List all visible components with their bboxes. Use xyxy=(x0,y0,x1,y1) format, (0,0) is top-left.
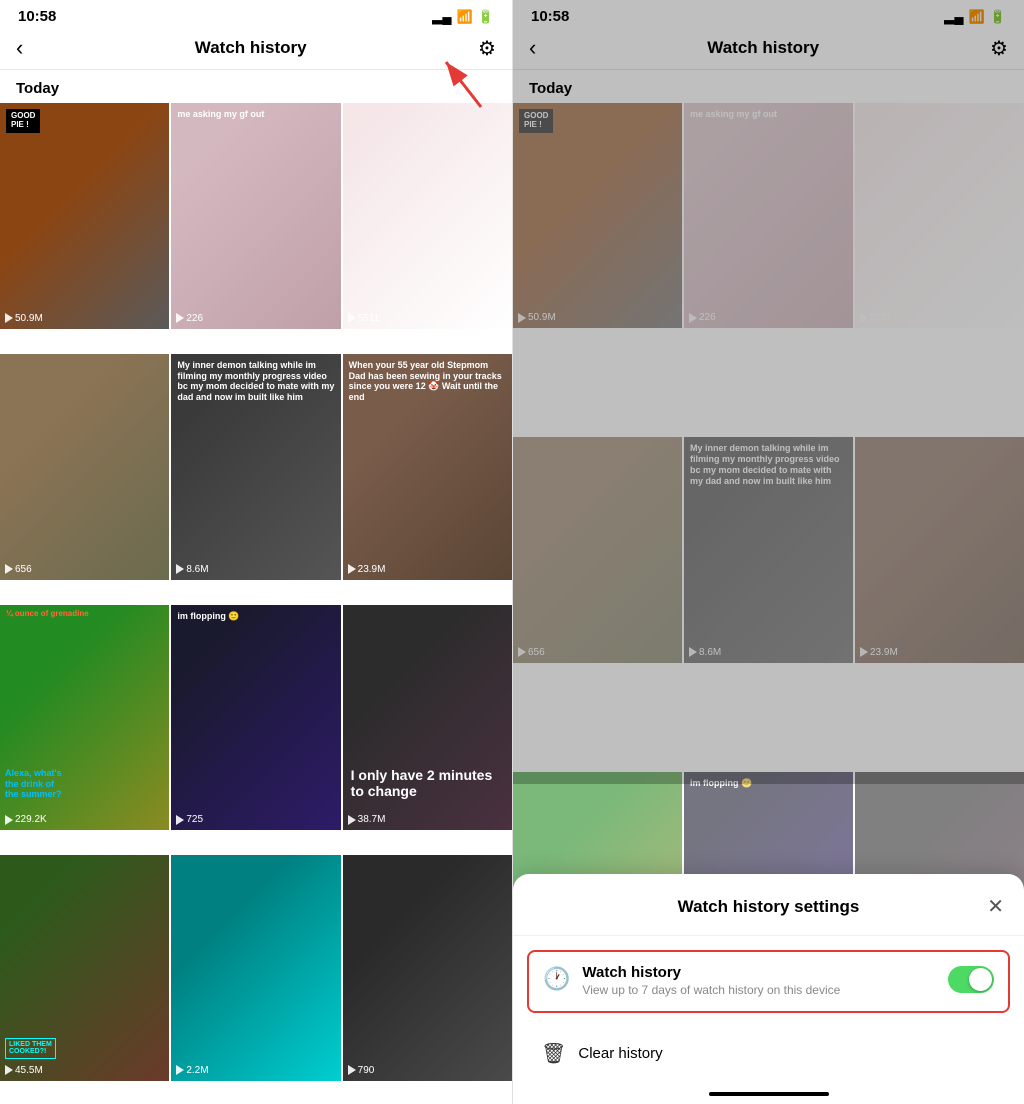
video-cell-7[interactable]: ¼ ounce of grenadine Alexa, what'sthe dr… xyxy=(0,605,169,831)
video-cell-6[interactable]: When your 55 year old Stepmom Dad has be… xyxy=(343,354,512,580)
left-status-bar: 10:58 ▂▄ 📶 🔋 xyxy=(0,0,512,29)
right-video-cell-3: 5511 xyxy=(855,103,1024,328)
overlay-9: I only have 2 minutes to change xyxy=(351,767,504,801)
video-cell-4[interactable]: 656 xyxy=(0,354,169,580)
right-signal-icon: ▂▄ xyxy=(944,9,963,25)
right-phone-panel: 10:58 ▂▄ 📶 🔋 ‹ Watch history ⚙ Today GOO… xyxy=(512,0,1024,1104)
right-video-cell-2: me asking my gf out 226 xyxy=(684,103,853,328)
right-view-count-6: 23.9M xyxy=(860,647,898,658)
right-battery-icon: 🔋 xyxy=(990,9,1006,25)
toggle-knob xyxy=(969,968,992,991)
view-count-10: 45.5M xyxy=(5,1065,43,1076)
right-overlay-8: im flopping 🙂 xyxy=(690,778,847,789)
left-status-time: 10:58 xyxy=(18,8,56,25)
right-view-count-4: 656 xyxy=(518,647,545,658)
right-video-cell-1: GOODPIE ! 50.9M xyxy=(513,103,682,328)
view-count-4: 656 xyxy=(5,564,32,575)
liked-badge: LIKED THEMCOOKED?! xyxy=(5,1038,56,1059)
view-count-7: 229.2K xyxy=(5,814,47,825)
home-indicator xyxy=(709,1092,829,1096)
right-gear-button[interactable]: ⚙ xyxy=(990,36,1008,61)
view-count-9: 38.7M xyxy=(348,814,386,825)
video-cell-10[interactable]: LIKED THEMCOOKED?! 45.5M xyxy=(0,855,169,1081)
video-cell-8[interactable]: im flopping 🙂 725 xyxy=(171,605,340,831)
video-cell-2[interactable]: me asking my gf out 226 xyxy=(171,103,340,329)
left-status-icons: ▂▄ 📶 🔋 xyxy=(432,9,494,25)
battery-icon: 🔋 xyxy=(478,9,494,25)
view-count-5: 8.6M xyxy=(176,564,208,575)
right-view-count-5: 8.6M xyxy=(689,647,721,658)
watch-history-row: 🕐 Watch history View up to 7 days of wat… xyxy=(527,950,1010,1013)
right-section-today: Today xyxy=(513,70,1024,103)
view-count-1: 50.9M xyxy=(5,313,43,324)
right-status-bar: 10:58 ▂▄ 📶 🔋 xyxy=(513,0,1024,29)
trash-icon: 🗑 xyxy=(541,1041,566,1066)
overlay-7: ¼ ounce of grenadine xyxy=(6,609,163,619)
view-count-2: 226 xyxy=(176,313,203,324)
left-phone-panel: 10:58 ▂▄ 📶 🔋 ‹ Watch history ⚙ Today GOO… xyxy=(0,0,512,1104)
view-count-12: 790 xyxy=(348,1065,375,1076)
overlay-6: When your 55 year old Stepmom Dad has be… xyxy=(349,360,506,403)
watch-history-text: Watch history View up to 7 days of watch… xyxy=(582,964,936,999)
view-count-11: 2.2M xyxy=(176,1065,208,1076)
view-count-6: 23.9M xyxy=(348,564,386,575)
video-cell-5[interactable]: My inner demon talking while im filming … xyxy=(171,354,340,580)
sheet-header: Watch history settings ✕ xyxy=(513,894,1024,936)
right-back-button[interactable]: ‹ xyxy=(529,35,536,61)
clear-history-row[interactable]: 🗑 Clear history xyxy=(513,1027,1024,1080)
video-cell-12[interactable]: 790 xyxy=(343,855,512,1081)
right-status-time: 10:58 xyxy=(531,8,569,25)
right-view-count-3: 5511 xyxy=(860,312,892,323)
overlay-2: me asking my gf out xyxy=(177,109,334,120)
good-pie-badge: GOODPIE ! xyxy=(6,109,40,133)
right-overlay-2: me asking my gf out xyxy=(690,109,847,120)
wifi-icon: 📶 xyxy=(457,9,473,25)
right-view-count-2: 226 xyxy=(689,312,716,323)
video-cell-1[interactable]: GOODPIE ! 50.9M xyxy=(0,103,169,329)
view-count-3: 5511 xyxy=(348,313,380,324)
red-arrow-annotation xyxy=(436,52,496,117)
left-nav-title: Watch history xyxy=(195,38,307,58)
video-cell-3[interactable]: 5511 xyxy=(343,103,512,329)
watch-history-toggle[interactable] xyxy=(948,966,994,993)
signal-icon: ▂▄ xyxy=(432,9,451,25)
right-wifi-icon: 📶 xyxy=(969,9,985,25)
overlay-8: im flopping 🙂 xyxy=(177,611,334,622)
right-video-cell-6: 23.9M xyxy=(855,437,1024,662)
watch-history-settings-sheet: Watch history settings ✕ 🕐 Watch history… xyxy=(513,874,1024,1104)
view-count-8: 725 xyxy=(176,814,203,825)
right-view-count-1: 50.9M xyxy=(518,312,556,323)
watch-history-icon: 🕐 xyxy=(543,966,570,992)
right-video-cell-4: 656 xyxy=(513,437,682,662)
right-status-icons: ▂▄ 📶 🔋 xyxy=(944,9,1006,25)
watch-history-desc: View up to 7 days of watch history on th… xyxy=(582,983,840,997)
video-cell-11[interactable]: 2.2M xyxy=(171,855,340,1081)
watch-history-label: Watch history xyxy=(582,964,936,981)
right-nav-bar: ‹ Watch history ⚙ xyxy=(513,29,1024,70)
left-back-button[interactable]: ‹ xyxy=(16,35,23,61)
overlay-5: My inner demon talking while im filming … xyxy=(177,360,334,403)
sheet-close-button[interactable]: ✕ xyxy=(980,894,1004,919)
right-good-pie-badge: GOODPIE ! xyxy=(519,109,553,133)
right-nav-title: Watch history xyxy=(707,38,819,58)
video-cell-9[interactable]: I only have 2 minutes to change 38.7M xyxy=(343,605,512,831)
right-overlay-5: My inner demon talking while im filming … xyxy=(690,443,847,486)
sub-overlay-7: Alexa, what'sthe drink ofthe summer? xyxy=(5,768,62,800)
clear-history-label: Clear history xyxy=(578,1045,662,1062)
left-video-grid: GOODPIE ! 50.9M me asking my gf out 226 … xyxy=(0,103,512,1104)
sheet-title: Watch history settings xyxy=(557,897,980,917)
right-video-cell-5: My inner demon talking while im filming … xyxy=(684,437,853,662)
